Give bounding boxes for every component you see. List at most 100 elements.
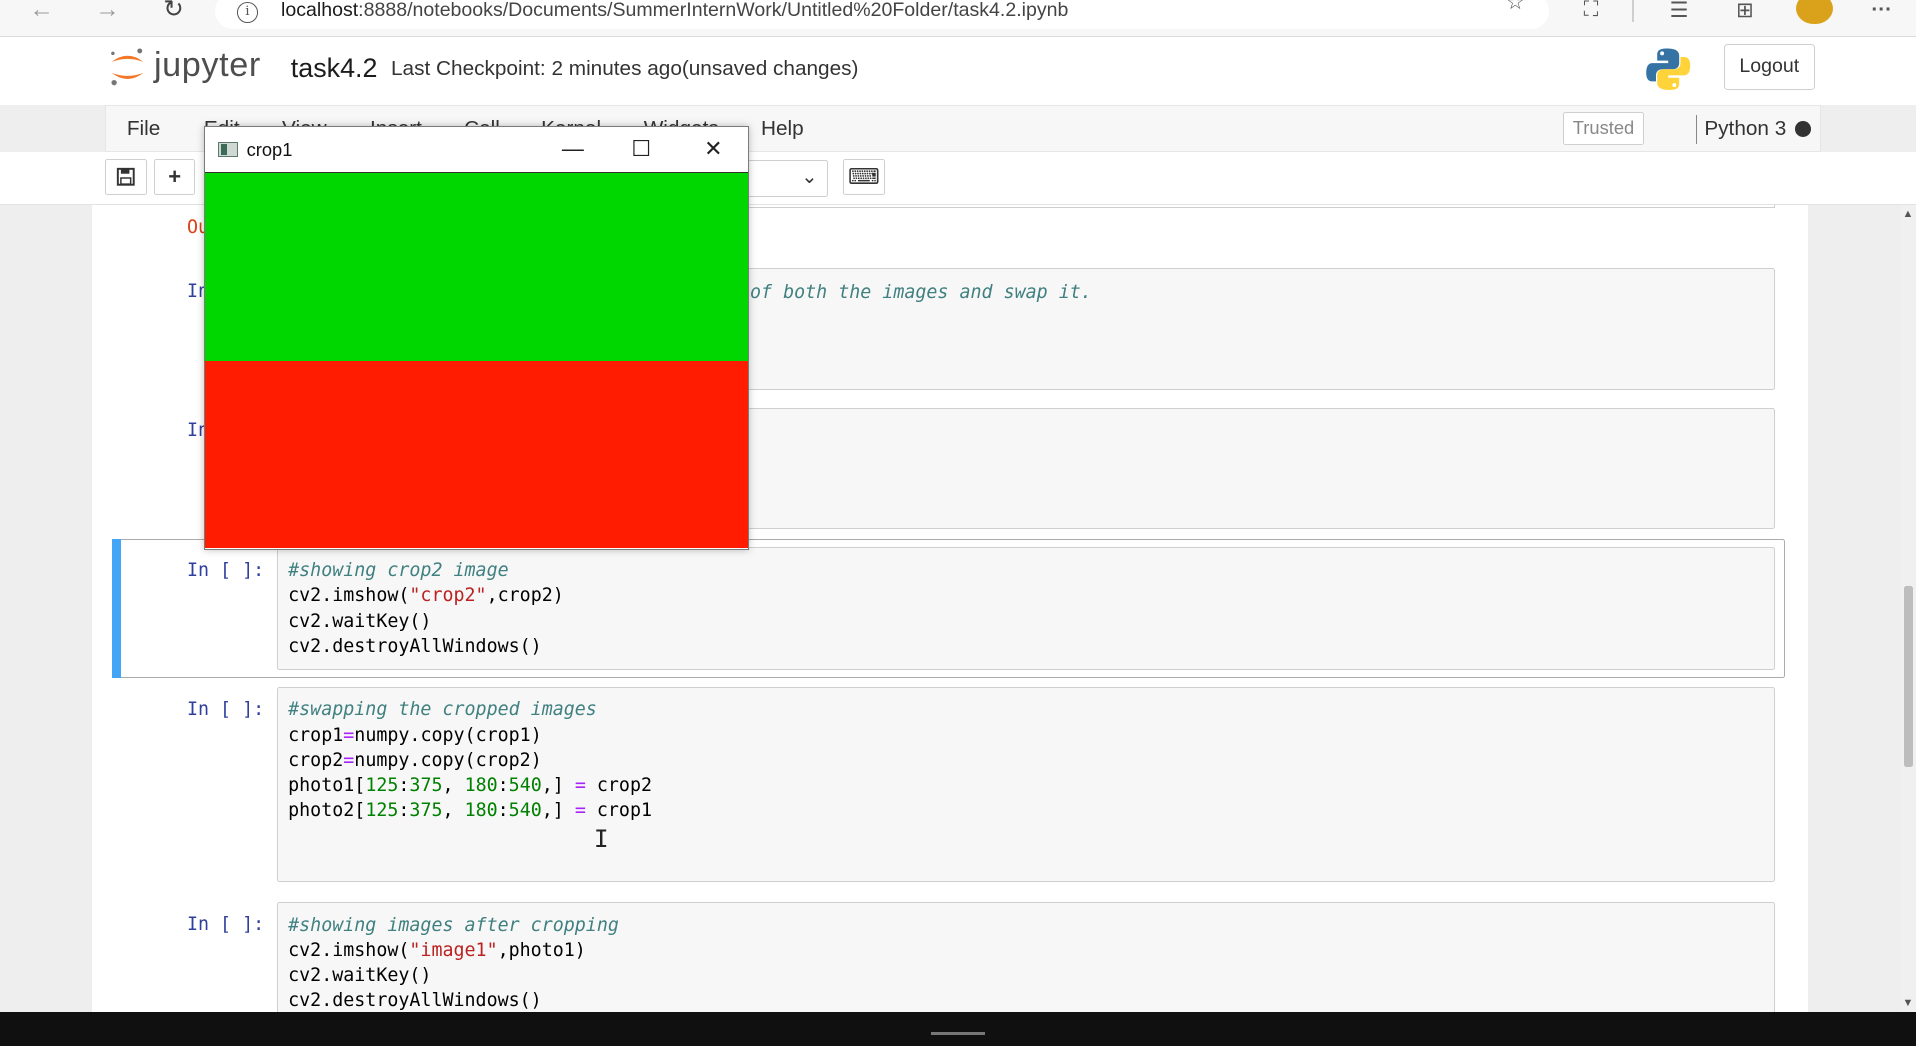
- site-info-icon[interactable]: i: [237, 2, 258, 24]
- window-titlebar[interactable]: crop1 — ☐ ✕: [205, 126, 748, 174]
- code-text: cv2.imshow(: [288, 939, 410, 961]
- code-line: cv2.destroyAllWindows(): [288, 990, 542, 1012]
- scroll-down-icon[interactable]: ▼: [1902, 997, 1913, 1009]
- address-bar[interactable]: i localhost:8888/notebooks/Documents/Sum…: [215, 0, 1550, 30]
- code-number: 375: [409, 774, 443, 796]
- code-text: photo1[: [288, 774, 366, 796]
- kernel-separator: [1695, 114, 1697, 144]
- code-number: 375: [409, 800, 443, 822]
- cell1-comment: of both the images and swap it.: [750, 281, 1092, 303]
- url-text: localhost:8888/notebooks/Documents/Summe…: [281, 0, 1068, 22]
- refresh-icon[interactable]: ↻: [156, 0, 190, 24]
- code-comment: #showing images after cropping: [288, 914, 619, 936]
- notebook-name[interactable]: task4.2: [291, 53, 378, 84]
- cell5-input[interactable]: #showing images after cropping cv2.imsho…: [277, 901, 1776, 1012]
- code-number: 180: [464, 774, 498, 796]
- cell1-code: of both the images and swap it.: [750, 280, 1092, 305]
- cell4-code: #swapping the cropped images crop1=numpy…: [288, 697, 652, 823]
- kernel-status-icon: [1794, 120, 1811, 137]
- code-comment: #showing crop2 image: [288, 560, 509, 582]
- add-cell-icon[interactable]: +: [153, 158, 196, 196]
- favorites-list-icon[interactable]: ☰: [1664, 0, 1693, 24]
- code-text: crop2: [585, 774, 653, 796]
- code-text: ,]: [541, 800, 575, 822]
- selected-cell-indicator: [112, 538, 121, 679]
- image-red-region: [205, 361, 748, 549]
- forward-icon[interactable]: →: [90, 0, 124, 24]
- logout-button[interactable]: Logout: [1724, 43, 1815, 91]
- browser-toolbar: ← → ↻ i localhost:8888/notebooks/Documen…: [0, 0, 1916, 37]
- code-text: crop1: [288, 724, 344, 746]
- code-string: "crop2": [409, 585, 487, 607]
- code-text: ,crop2): [486, 585, 564, 607]
- menu-help[interactable]: Help: [761, 117, 804, 141]
- code-text: ,photo1): [497, 939, 586, 961]
- checkpoint-status: Last Checkpoint: 2 minutes ago: [391, 57, 682, 81]
- url-host: localhost: [281, 0, 359, 21]
- chevron-down-icon: ⌄: [801, 165, 818, 188]
- screen: ← → ↻ i localhost:8888/notebooks/Documen…: [0, 0, 1916, 1046]
- code-operator: =: [343, 749, 355, 771]
- code-line: cv2.destroyAllWindows(): [288, 635, 542, 657]
- code-text: cv2.imshow(: [288, 585, 410, 607]
- image-green-region: [205, 173, 748, 362]
- code-number: 125: [365, 800, 399, 822]
- code-number: 125: [365, 774, 399, 796]
- favorite-star-icon[interactable]: ☆: [1500, 0, 1529, 17]
- taskbar-indicator: [931, 1032, 985, 1035]
- code-text: ,]: [541, 774, 575, 796]
- python-logo-icon: [1645, 48, 1690, 91]
- profile-avatar[interactable]: [1796, 0, 1833, 25]
- code-comment: #swapping the cropped images: [288, 699, 597, 721]
- maximize-icon[interactable]: ☐: [613, 132, 669, 166]
- code-text: :: [497, 800, 509, 822]
- code-text: :: [497, 774, 509, 796]
- code-number: 180: [464, 800, 498, 822]
- jupyter-wordmark: jupyter: [153, 46, 261, 85]
- code-text: photo2[: [288, 800, 366, 822]
- trusted-indicator[interactable]: Trusted: [1562, 112, 1645, 146]
- code-operator: =: [574, 800, 586, 822]
- cell4-prompt: In [ ]:: [186, 698, 265, 720]
- text-cursor-icon: I: [593, 823, 609, 853]
- collections-icon[interactable]: ⊞: [1730, 0, 1759, 24]
- code-number: 540: [508, 800, 542, 822]
- cell3-input[interactable]: #showing crop2 image cv2.imshow("crop2",…: [277, 547, 1776, 670]
- page-scrollbar[interactable]: ▲ ▼: [1901, 205, 1916, 1012]
- unsaved-indicator: (unsaved changes): [681, 57, 859, 81]
- save-icon[interactable]: [105, 158, 147, 196]
- save-glyph-icon: [116, 168, 135, 186]
- code-number: 540: [508, 774, 542, 796]
- back-icon[interactable]: ←: [24, 0, 58, 24]
- minimize-icon[interactable]: —: [545, 132, 601, 166]
- code-operator: =: [574, 774, 586, 796]
- scroll-up-icon[interactable]: ▲: [1902, 208, 1913, 220]
- jupyter-header: jupyter task4.2 Last Checkpoint: 2 minut…: [0, 36, 1916, 106]
- cell4-input[interactable]: #swapping the cropped images crop1=numpy…: [277, 686, 1776, 883]
- menu-file[interactable]: File: [127, 117, 160, 141]
- code-text: :: [398, 800, 410, 822]
- window-title: crop1: [246, 139, 293, 161]
- code-string: "image1": [409, 939, 498, 961]
- keyboard-shortcuts-icon[interactable]: ⌨: [843, 158, 885, 196]
- code-text: numpy.copy(crop1): [354, 724, 542, 746]
- cell3-code: #showing crop2 image cv2.imshow("crop2",…: [288, 558, 564, 659]
- code-text: ,: [442, 800, 465, 822]
- more-icon[interactable]: ···: [1867, 0, 1896, 24]
- code-line: cv2.waitKey(): [288, 610, 432, 632]
- kernel-name[interactable]: Python 3: [1704, 117, 1786, 141]
- jupyter-logo-icon[interactable]: [108, 46, 147, 88]
- code-operator: =: [343, 724, 355, 746]
- extension-icon[interactable]: ⛶: [1576, 0, 1605, 24]
- close-icon[interactable]: ✕: [685, 132, 741, 166]
- code-text: crop2: [288, 749, 344, 771]
- cell5-prompt: In [ ]:: [186, 913, 265, 935]
- toolbar-separator: [1632, 0, 1634, 22]
- app-window-icon: [218, 141, 239, 158]
- scrollbar-thumb[interactable]: [1903, 586, 1914, 768]
- crop1-window[interactable]: crop1 — ☐ ✕: [204, 125, 749, 550]
- code-text: numpy.copy(crop2): [354, 749, 542, 771]
- code-text: crop1: [585, 800, 653, 822]
- code-text: :: [398, 774, 410, 796]
- url-path: :8888/notebooks/Documents/SummerInternWo…: [358, 0, 1069, 21]
